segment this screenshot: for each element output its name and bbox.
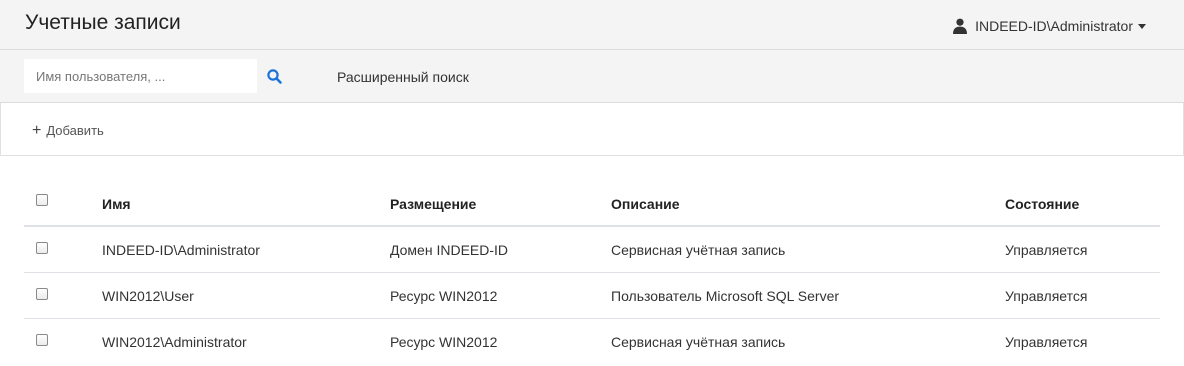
account-name[interactable]: INDEED-ID\Administrator	[102, 241, 260, 259]
search-input[interactable]	[24, 59, 257, 93]
search-bar: Расширенный поиск	[0, 50, 1184, 103]
account-location: Ресурс WIN2012	[390, 334, 498, 350]
row-checkbox[interactable]	[36, 288, 48, 300]
account-location: Ресурс WIN2012	[390, 288, 498, 304]
account-description: Пользователь Microsoft SQL Server	[611, 288, 840, 304]
page-title: Учетные записи	[25, 11, 181, 34]
row-checkbox[interactable]	[36, 242, 48, 254]
accounts-table: Имя Размещение Описание Состояние INDEED…	[24, 180, 1160, 365]
account-description: Сервисная учётная запись	[611, 334, 786, 350]
account-state: Управляется	[1005, 288, 1088, 304]
account-description: Сервисная учётная запись	[611, 242, 786, 258]
user-name: INDEED-ID\Administrator	[975, 18, 1133, 34]
user-icon	[953, 18, 968, 34]
toolbar: + Добавить	[0, 103, 1184, 156]
column-header-location[interactable]: Размещение	[390, 195, 476, 213]
add-button[interactable]: + Добавить	[32, 123, 104, 139]
select-all-checkbox[interactable]	[36, 194, 48, 206]
account-location: Домен INDEED-ID	[390, 242, 509, 258]
table-row[interactable]: WIN2012\Administrator Ресурс WIN2012 Сер…	[24, 319, 1160, 365]
account-state: Управляется	[1005, 334, 1088, 350]
table-row[interactable]: WIN2012\User Ресурс WIN2012 Пользователь…	[24, 273, 1160, 319]
table-row[interactable]: INDEED-ID\Administrator Домен INDEED-ID …	[24, 227, 1160, 273]
search-icon[interactable]	[266, 68, 284, 86]
add-button-label: Добавить	[46, 123, 104, 138]
top-header: Учетные записи INDEED-ID\Administrator	[0, 0, 1184, 50]
account-name[interactable]: WIN2012\User	[102, 287, 194, 305]
caret-down-icon	[1138, 23, 1146, 29]
account-name[interactable]: WIN2012\Administrator	[102, 333, 247, 351]
column-header-state[interactable]: Состояние	[1005, 195, 1079, 213]
advanced-search-link[interactable]: Расширенный поиск	[337, 69, 469, 85]
column-header-name[interactable]: Имя	[102, 195, 131, 213]
row-checkbox[interactable]	[36, 334, 48, 346]
table-header: Имя Размещение Описание Состояние	[24, 180, 1160, 227]
user-menu[interactable]: INDEED-ID\Administrator	[953, 17, 1146, 35]
column-header-description[interactable]: Описание	[611, 195, 680, 213]
account-state: Управляется	[1005, 242, 1088, 258]
plus-icon: +	[32, 122, 42, 139]
